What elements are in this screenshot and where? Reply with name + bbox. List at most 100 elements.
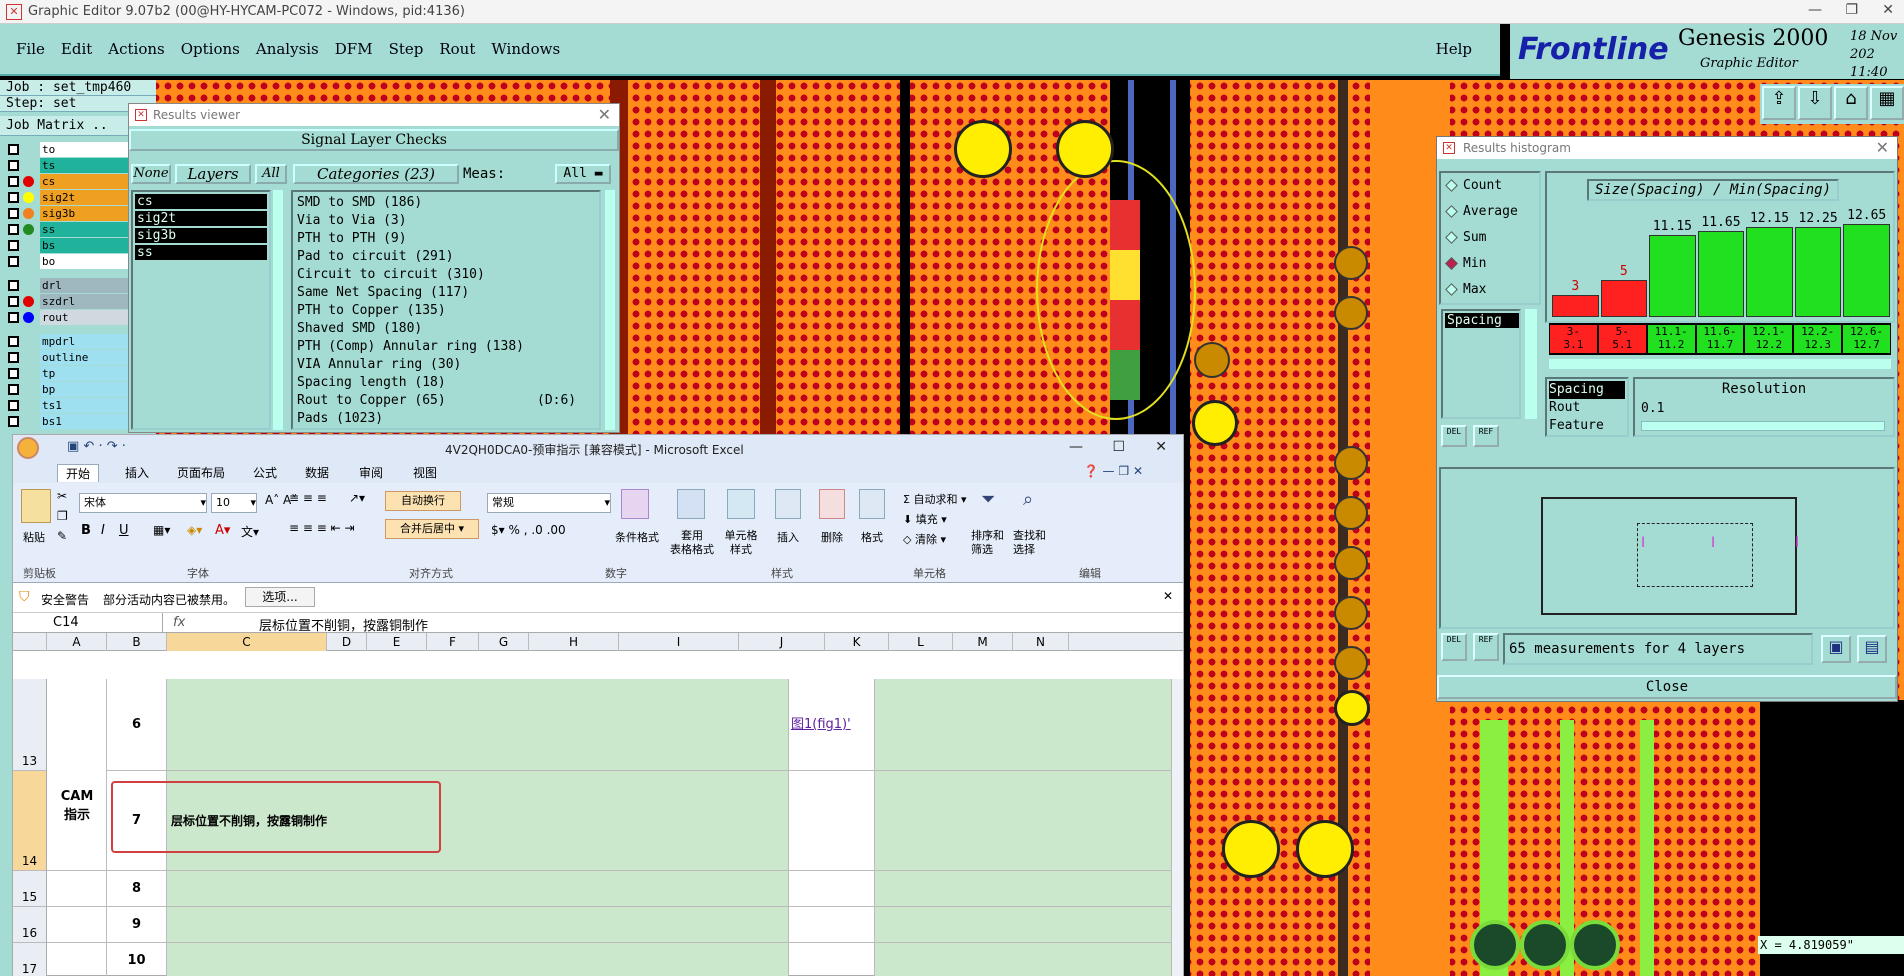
column-header[interactable]: B [107, 633, 167, 651]
measurement-list[interactable]: Spacing [1441, 309, 1521, 419]
column-header[interactable]: A [47, 633, 107, 651]
insert-button[interactable]: 插入 [777, 529, 799, 545]
menu-edit[interactable]: Edit [61, 40, 92, 58]
layer-row[interactable]: tp [8, 366, 130, 381]
wrap-text-button[interactable]: 自动换行 [385, 491, 461, 511]
histogram-bar[interactable] [1600, 280, 1648, 317]
find-select-icon[interactable]: ⌕ [1023, 489, 1033, 510]
layer-name[interactable]: outline [40, 350, 130, 365]
category-item[interactable]: Pads (1023) [297, 410, 595, 428]
currency-icon[interactable]: $▾ % , .0 .00 [491, 523, 566, 537]
layer-name[interactable]: cs [40, 174, 130, 189]
select-all-corner[interactable] [13, 633, 47, 651]
layer-name[interactable]: ts1 [40, 398, 130, 413]
row-header[interactable]: 14 [13, 771, 47, 871]
close-button[interactable]: ✕ [1155, 439, 1167, 455]
chart-scrollbar[interactable] [1549, 359, 1891, 369]
layer-row[interactable]: outline [8, 350, 130, 365]
phonetic-icon[interactable]: 文▾ [241, 523, 259, 540]
rv-layer-item[interactable]: sig2t [135, 211, 267, 226]
cell-j[interactable]: 图1(fig1)' [789, 679, 875, 771]
cell-b[interactable]: 6 [107, 679, 167, 771]
restore-button[interactable]: ❐ [1845, 2, 1858, 18]
histogram-bar[interactable] [1746, 227, 1793, 317]
menu-windows[interactable]: Windows [491, 40, 560, 58]
layer-name[interactable]: bs [40, 238, 130, 253]
menu-rout[interactable]: Rout [439, 40, 475, 58]
layer-checkbox[interactable] [8, 240, 19, 251]
layer-name[interactable]: drl [40, 278, 130, 293]
none-button[interactable]: None [131, 164, 171, 184]
column-header[interactable]: D [327, 633, 367, 651]
cell-k[interactable] [875, 871, 1173, 907]
sort-filter-button[interactable]: 排序和 筛选 [971, 529, 1004, 557]
delete-button[interactable]: 删除 [821, 529, 843, 545]
chart-icon[interactable]: ▤ [1857, 635, 1887, 663]
category-item[interactable]: PTH to PTH (9) [297, 230, 595, 248]
close-icon[interactable]: ✕ [1876, 137, 1889, 159]
column-header[interactable]: G [479, 633, 529, 651]
list-item[interactable]: Spacing [1445, 313, 1519, 328]
column-header[interactable]: C [167, 633, 327, 651]
rv-layer-item[interactable]: cs [135, 194, 267, 209]
column-header[interactable]: F [427, 633, 479, 651]
close-button[interactable]: ✕ [1882, 2, 1894, 18]
rv-layer-item[interactable]: sig3b [135, 228, 267, 243]
tab-view[interactable]: 视图 [413, 464, 437, 481]
layer-checkbox[interactable] [8, 160, 19, 171]
layer-checkbox[interactable] [8, 336, 19, 347]
table-format-button[interactable]: 套用 表格格式 [665, 529, 719, 557]
aggregate-option[interactable]: Average [1441, 199, 1539, 225]
menu-file[interactable]: File [16, 40, 45, 58]
zoom-icon[interactable]: ▣ [1821, 635, 1851, 663]
cell-j[interactable] [789, 943, 875, 976]
category-item[interactable]: VIA Annular ring (30) [297, 356, 595, 374]
column-header[interactable]: J [739, 633, 825, 651]
vertical-scrollbar[interactable] [1171, 679, 1183, 976]
layer-row[interactable]: ss [8, 222, 130, 237]
list-item[interactable]: Feature [1549, 417, 1625, 435]
layer-checkbox[interactable] [8, 224, 19, 235]
font-size-dropdown[interactable]: 10 ▾ [211, 493, 257, 513]
layer-row[interactable]: ts1 [8, 398, 130, 413]
options-button[interactable]: 选项... [245, 587, 315, 607]
ref-button[interactable]: REF [1473, 633, 1499, 661]
tab-review[interactable]: 审阅 [359, 464, 383, 481]
cell-b[interactable]: 9 [107, 907, 167, 943]
menu-options[interactable]: Options [181, 40, 240, 58]
column-header[interactable]: K [825, 633, 889, 651]
layer-row[interactable]: to [8, 142, 130, 157]
conditional-format-icon[interactable] [621, 489, 649, 519]
column-header[interactable]: N [1013, 633, 1069, 651]
fill-color-icon[interactable]: ◈▾ [187, 523, 202, 537]
layer-row[interactable]: sig2t [8, 190, 130, 205]
office-icon[interactable] [17, 437, 39, 459]
aggregate-option[interactable]: Max [1441, 277, 1539, 303]
maximize-button[interactable]: ☐ [1112, 439, 1125, 455]
layer-row[interactable]: sig3b [8, 206, 130, 221]
layer-name[interactable]: bo [40, 254, 130, 269]
category-item[interactable]: Spacing length (18) [297, 374, 595, 392]
close-icon[interactable]: ✕ [1163, 589, 1173, 603]
cell-j[interactable] [789, 771, 875, 871]
category-item[interactable]: Same Net Spacing (117) [297, 284, 595, 302]
cell-style-button[interactable]: 单元格 样式 [719, 529, 763, 557]
histogram-bar[interactable] [1552, 295, 1599, 317]
minimize-button[interactable]: — [1808, 2, 1822, 18]
radio-icon[interactable] [1445, 257, 1458, 270]
meas-dropdown[interactable]: All ▬ [555, 164, 611, 184]
conditional-format-button[interactable]: 条件格式 [609, 529, 665, 545]
format-painter-icon[interactable]: ✎ [57, 529, 67, 543]
layer-name[interactable]: szdrl [40, 294, 130, 309]
border-icon[interactable]: ▦▾ [153, 523, 170, 537]
radio-icon[interactable] [1445, 179, 1458, 192]
menu-analysis[interactable]: Analysis [256, 40, 319, 58]
layer-name[interactable]: ts [40, 158, 130, 173]
grid-icon[interactable]: ▦ [1870, 86, 1904, 120]
quick-access-icons[interactable]: ▣ ↶ · ↷ · [67, 439, 126, 454]
number-format-dropdown[interactable]: 常规 ▾ [487, 493, 611, 513]
cell-a[interactable] [47, 943, 107, 976]
cell-style-icon[interactable] [727, 489, 755, 519]
histogram-bar[interactable] [1697, 231, 1745, 317]
scrollbar[interactable] [1525, 309, 1537, 419]
